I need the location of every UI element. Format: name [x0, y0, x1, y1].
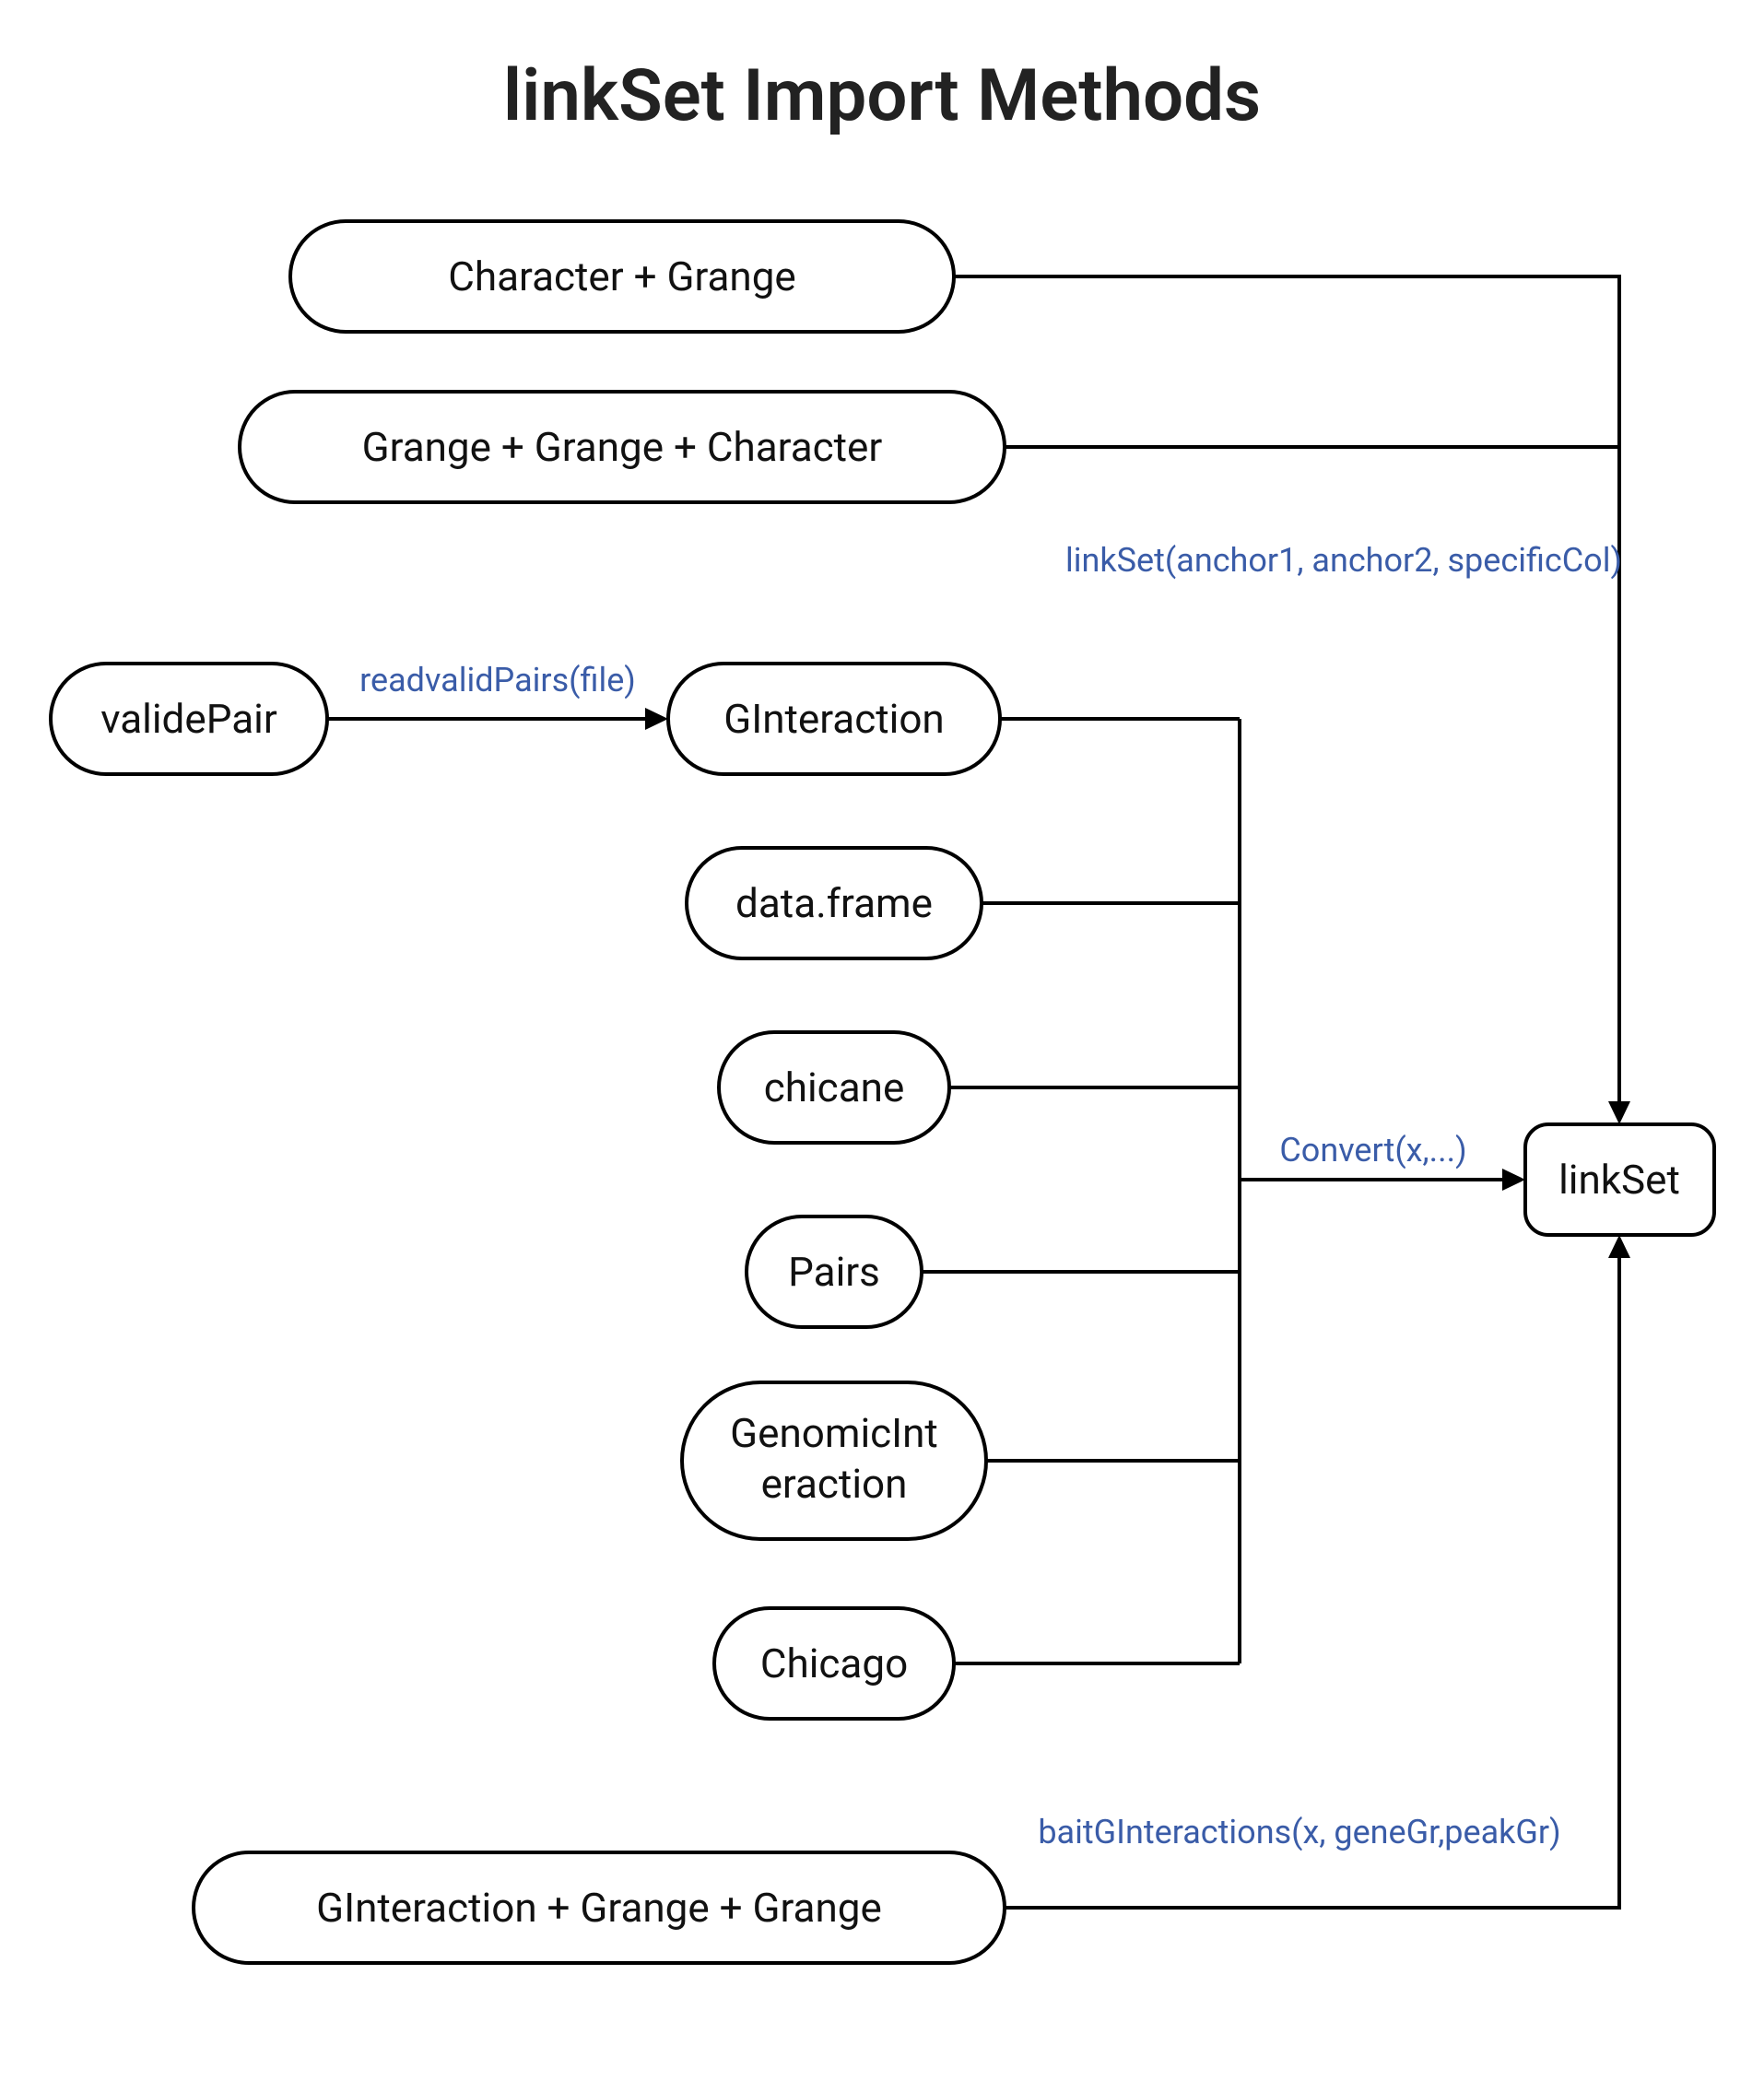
node-character-grange-label: Character + Grange — [448, 253, 796, 300]
node-genomicinteraction-label-2: eraction — [761, 1460, 908, 1508]
arrowhead-gigg — [1608, 1235, 1630, 1258]
node-chicago-label: Chicago — [760, 1640, 908, 1687]
node-pairs-label: Pairs — [788, 1248, 880, 1296]
edge-label-readvalidpairs: readvalidPairs(file) — [359, 661, 636, 699]
arrowhead-validepair — [645, 708, 668, 730]
diagram-title: linkSet Import Methods — [503, 54, 1261, 138]
node-genomicinteraction-label-1: GenomicInt — [730, 1409, 938, 1457]
edge-label-convert: Convert(x,...) — [1279, 1131, 1466, 1169]
node-linkset-label: linkSet — [1558, 1156, 1680, 1204]
edge-label-baitgi: baitGInteractions(x, geneGr,peakGr) — [1038, 1813, 1560, 1851]
node-ginteraction-grange-grange-label: GInteraction + Grange + Grange — [316, 1884, 882, 1932]
diagram-canvas: linkSet Import Methods Character + Grang… — [0, 0, 1764, 2092]
node-validepair-label: validePair — [100, 695, 277, 743]
node-chicane-label: chicane — [764, 1064, 905, 1111]
node-dataframe-label: data.frame — [735, 879, 933, 927]
edge-chargrange-to-linkset — [954, 276, 1619, 1101]
node-ginteraction-label: GInteraction — [723, 695, 944, 743]
edge-label-linksetcall: linkSet(anchor1, anchor2, specificCol) — [1065, 541, 1622, 580]
arrowhead-convert — [1502, 1169, 1525, 1191]
node-grange-grange-char-label: Grange + Grange + Character — [362, 423, 883, 471]
arrowhead-chargrange — [1608, 1101, 1630, 1124]
edge-gigg-to-linkset — [1005, 1258, 1619, 1908]
